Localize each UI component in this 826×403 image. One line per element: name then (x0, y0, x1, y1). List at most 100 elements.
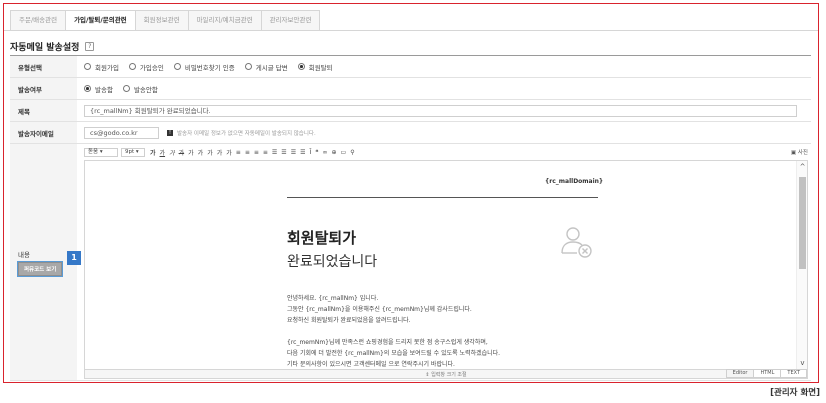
thanks-line: 그동안 {rc_mallNm}을 이용해주신 {rc_memNm}님께 감사드립… (287, 306, 472, 313)
italic-button[interactable]: 가 (169, 148, 175, 157)
view-source-button[interactable]: 퍼뮤코드 보기 (16, 260, 64, 277)
tab-join-leave-inquiry[interactable]: 가입/탈퇴/문의관련 (65, 10, 136, 31)
outdent-button[interactable]: ☰ (291, 149, 296, 156)
row-send: 발송여부 발송함 발송안함 (10, 78, 811, 100)
subject-input[interactable]: {rc_mallNm} 회원탈퇴가 완료되었습니다. (84, 104, 797, 117)
search-icon[interactable]: ⚲ (350, 149, 354, 156)
tab-member-info[interactable]: 회원정보관련 (134, 10, 189, 30)
headline-line1: 회원탈퇴가 (287, 229, 357, 247)
underline-button[interactable]: 가 (160, 148, 166, 157)
font-color-button[interactable]: 가 (188, 148, 194, 157)
contact-line: 기타 문의사항이 있으시면 고객센터메일 으로 연락주시기 바랍니다. (287, 361, 455, 368)
subject-cell: {rc_mallNm} 회원탈퇴가 완료되었습니다. (77, 100, 811, 121)
photo-label: 사진 (797, 150, 808, 156)
mode-html[interactable]: HTML (753, 369, 782, 378)
strike-button[interactable]: 가 (179, 148, 185, 157)
unordered-list-button[interactable]: ☰ (281, 149, 286, 156)
sender-cell: cs@godo.co.kr ! 발송자 이메일 정보가 없으면 자동메일이 발송… (77, 122, 811, 143)
font-value: 돋움 (88, 149, 99, 155)
radio-selected-icon (84, 85, 91, 92)
tab-order-delivery[interactable]: 주문/배송관련 (10, 10, 67, 30)
radio-join-approval[interactable]: 가입승인 (128, 62, 164, 72)
radio-join[interactable]: 회원가입 (84, 62, 119, 72)
mode-editor[interactable]: Editor (725, 369, 755, 378)
clear-format-button[interactable]: Ī (309, 149, 311, 156)
link-icon[interactable]: ∞ (322, 149, 327, 156)
radio-member-leave[interactable]: 회원탈퇴 (297, 62, 333, 72)
bg-color-button[interactable]: 가 (198, 148, 204, 157)
editor-statusbar: ⇕ 입력창 크기 조절 Editor HTML TEXT (84, 369, 808, 379)
info-icon: ! (167, 129, 173, 136)
row-type: 유형선택 회원가입 가입승인 비밀번호찾기 인증 게시글 답변 회원탈퇴 (10, 56, 811, 78)
table-icon[interactable]: ▭ (341, 149, 347, 156)
font-size-value: 9pt (125, 149, 135, 155)
promise-line: 다음 기회에 더 발전한 {rc_mallNm}의 모습을 보여드릴 수 있도록… (287, 350, 501, 357)
tab-admin-security[interactable]: 관리자보안관련 (260, 10, 321, 30)
content-label-cell: 내용 퍼뮤코드 보기 1 (10, 144, 81, 380)
headline-line2: 완료되었습니다 (287, 254, 378, 270)
radio-label: 가입승인 (139, 63, 164, 72)
row-subject: 제목 {rc_mallNm} 회원탈퇴가 완료되었습니다. (10, 100, 811, 122)
send-label: 발송여부 (10, 78, 77, 99)
radio-send-no[interactable]: 발송안함 (122, 84, 158, 94)
radio-circle-icon (244, 63, 252, 70)
notice-line: 요청하신 회원탈퇴가 완료되었음을 알려드립니다. (287, 317, 411, 324)
row-sender: 발송자이메일 cs@godo.co.kr ! 발송자 이메일 정보가 없으면 자… (10, 122, 811, 144)
align-center-button[interactable]: ≡ (245, 149, 250, 156)
superscript-button[interactable]: 가 (207, 148, 213, 157)
resize-arrow-icon: ⇕ (425, 371, 430, 378)
small-text-button[interactable]: 가 (226, 148, 232, 157)
radio-send-yes[interactable]: 발송함 (84, 84, 113, 94)
send-options: 발송함 발송안함 (77, 78, 811, 99)
mail-settings-form: 유형선택 회원가입 가입승인 비밀번호찾기 인증 게시글 답변 회원탈퇴 발송여… (10, 55, 811, 381)
image-icon: ▣ (790, 150, 797, 156)
radio-circle-icon (122, 85, 130, 92)
apology-line: {rc_memNm}님께 만족스런 쇼핑경험을 드리지 못한 점 송구스럽게 생… (287, 339, 488, 346)
section-title-text: 자동메일 발송설정 (10, 43, 80, 53)
font-select[interactable]: 돋움 ▾ (84, 148, 118, 157)
subject-label: 제목 (10, 100, 77, 121)
radio-label: 게시글 답변 (255, 63, 288, 72)
radio-label: 회원탈퇴 (308, 63, 333, 72)
tab-mileage-deposit[interactable]: 마일리지/예치금관련 (187, 10, 262, 30)
content-divider (287, 197, 598, 198)
scroll-thumb[interactable] (799, 177, 806, 269)
row-content: 내용 퍼뮤코드 보기 1 돋움 ▾ 9pt ▾ 가 가 가 가 가 가 가 가 … (10, 144, 811, 381)
greeting-line: 안녕하세요. {rc_mallNm} 입니다. (287, 295, 379, 302)
radio-label: 발송함 (95, 85, 113, 94)
align-justify-button[interactable]: ≡ (263, 149, 268, 156)
quote-button[interactable]: ❝ (315, 149, 318, 156)
editor-scrollbar[interactable]: ^ v (796, 161, 807, 369)
scroll-down-icon[interactable]: v (797, 359, 807, 367)
sender-note: 발송자 이메일 정보가 없으면 자동메일이 발송되지 않습니다. (177, 130, 316, 137)
font-size-select[interactable]: 9pt ▾ (121, 148, 145, 157)
subscript-button[interactable]: 가 (217, 148, 223, 157)
photo-upload-button[interactable]: ▣ 사진 (791, 148, 808, 156)
radio-circle-icon (128, 63, 136, 70)
radio-label: 회원가입 (95, 63, 119, 72)
type-label: 유형선택 (10, 56, 77, 77)
content-label: 내용 (18, 250, 30, 259)
align-left-button[interactable]: ≡ (236, 149, 241, 156)
radio-password-find[interactable]: 비밀번호찾기 인증 (173, 62, 235, 72)
sender-email-input[interactable]: cs@godo.co.kr (84, 126, 159, 139)
scroll-up-icon[interactable]: ^ (797, 163, 807, 171)
resize-handle[interactable]: ⇕ 입력창 크기 조절 (85, 371, 807, 378)
editor-content-area[interactable]: {rc_mallDomain} 회원탈퇴가 완료되었습니다 안녕하세요. {rc… (84, 160, 808, 370)
radio-circle-icon (173, 63, 181, 70)
mode-text[interactable]: TEXT (780, 369, 807, 378)
user-remove-icon (561, 227, 592, 258)
ordered-list-button[interactable]: ☰ (272, 149, 277, 156)
align-right-button[interactable]: ≡ (254, 149, 259, 156)
bold-button[interactable]: 가 (150, 148, 156, 157)
section-title: 자동메일 발송설정 ? (10, 40, 95, 53)
mall-domain-text: {rc_mallDomain} (545, 178, 604, 185)
help-icon[interactable]: ? (85, 42, 95, 51)
special-char-button[interactable]: ⊕ (331, 149, 336, 156)
tab-bar: 주문/배송관련 가입/탈퇴/문의관련 회원정보관련 마일리지/예치금관련 관리자… (10, 10, 321, 31)
editor-toolbar: 돋움 ▾ 9pt ▾ 가 가 가 가 가 가 가 가 가 ≡ ≡ ≡ ≡ ☰ ☰ (84, 147, 808, 158)
screen-caption: [관리자 화면] (770, 388, 820, 398)
radio-selected-icon (297, 63, 305, 70)
indent-button[interactable]: ☰ (300, 149, 305, 156)
radio-post-reply[interactable]: 게시글 답변 (244, 62, 288, 72)
